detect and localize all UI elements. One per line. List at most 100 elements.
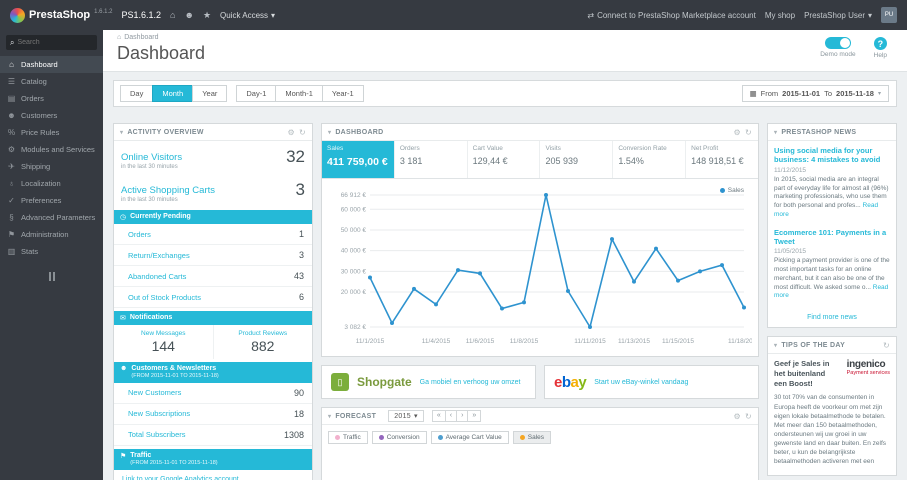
my-shop-link[interactable]: My shop — [765, 11, 795, 20]
forecast-tab-sales[interactable]: Sales — [512, 431, 551, 444]
sidebar-item-modules-and-services[interactable]: ⚙ Modules and Services — [0, 141, 103, 158]
breadcrumb-item[interactable]: Dashboard — [124, 34, 158, 41]
activity-stat-sub: in the last 30 minutes — [121, 197, 178, 203]
activity-stat-label[interactable]: Active Shopping Carts — [121, 185, 215, 196]
shop-icon[interactable]: ⌂ — [170, 10, 175, 20]
settings-gear-icon[interactable]: ⚙ — [734, 412, 741, 421]
refresh-icon[interactable]: ↻ — [745, 128, 752, 137]
sales-chart-svg: 3 082 € 20 000 € 30 000 € 40 000 € 50 000 € 6… — [341, 192, 761, 345]
sidebar-item-orders[interactable]: ▤ Orders — [0, 90, 103, 107]
activity-row-label[interactable]: New Subscriptions — [128, 409, 190, 418]
search-input[interactable] — [17, 39, 90, 46]
activity-row-value: 6 — [298, 292, 304, 302]
read-more-link[interactable]: Read more — [774, 202, 878, 218]
notification-product-reviews[interactable]: Product Reviews 882 — [212, 325, 313, 359]
to-date: 2015-11-18 — [836, 89, 874, 98]
page-title: Dashboard — [117, 43, 206, 63]
expert-icon[interactable]: ★ — [203, 10, 211, 21]
panel-caret-icon[interactable]: ▾ — [328, 413, 331, 420]
sidebar-item-catalog[interactable]: ☰ Catalog — [0, 73, 103, 90]
filter-year-button[interactable]: Year — [192, 85, 228, 102]
refresh-icon[interactable]: ↻ — [745, 412, 752, 421]
refresh-icon[interactable]: ↻ — [883, 341, 890, 350]
news-article-title[interactable]: Ecommerce 101: Payments in a Tweet — [774, 228, 890, 247]
kpi-cart-value[interactable]: Cart Value 129,44 € — [468, 141, 541, 178]
avatar[interactable]: PU — [881, 7, 897, 23]
shopgate-link[interactable]: Ga mobiel en verhoog uw omzet — [420, 379, 521, 386]
help-button[interactable]: ? Help — [874, 37, 887, 59]
forecast-tab-conversion[interactable]: Conversion — [371, 431, 427, 444]
toggle-switch[interactable] — [824, 37, 851, 49]
activity-row-new-customers: New Customers 90 — [114, 383, 312, 404]
forecast-tab-traffic[interactable]: Traffic — [328, 431, 368, 444]
notification-value: 144 — [151, 338, 175, 354]
google-analytics-link[interactable]: Link to your Google Analytics account — [114, 470, 312, 480]
svg-text:11/8/2015: 11/8/2015 — [510, 338, 539, 345]
activity-row-label[interactable]: Total Subscribers — [128, 430, 186, 439]
settings-gear-icon[interactable]: ⚙ — [734, 128, 741, 137]
forecast-nav-button-3[interactable]: » — [467, 410, 482, 422]
sidebar-item-administration[interactable]: ⚑ Administration — [0, 226, 103, 243]
settings-gear-icon[interactable]: ⚙ — [288, 128, 295, 137]
prestashop-logo[interactable]: PrestaShop 1.6.1.2 — [10, 7, 113, 24]
activity-row-label[interactable]: Abandoned Carts — [128, 272, 186, 281]
sidebar-item-advanced-parameters[interactable]: § Advanced Parameters — [0, 209, 103, 226]
user-menu[interactable]: PrestaShop User ▾ — [804, 11, 872, 20]
demo-mode-toggle[interactable]: Demo mode — [820, 37, 856, 58]
filter-month-1-button[interactable]: Month-1 — [275, 85, 323, 102]
marketplace-connect-link[interactable]: ⇄ Connect to PrestaShop Marketplace acco… — [587, 11, 755, 20]
sidebar-item-price-rules[interactable]: % Price Rules — [0, 124, 103, 141]
sidebar-item-preferences[interactable]: ✓ Preferences — [0, 192, 103, 209]
kpi-sales[interactable]: Sales 411 759,00 € — [322, 141, 395, 178]
quick-access-menu[interactable]: Quick Access ▾ — [220, 11, 275, 20]
notification-new-messages[interactable]: New Messages 144 — [114, 325, 213, 359]
activity-row-label[interactable]: Out of Stock Products — [128, 293, 201, 302]
sidebar-search[interactable]: ⌕ — [6, 35, 97, 50]
filter-day-button[interactable]: Day — [120, 85, 154, 102]
sidebar-item-stats[interactable]: ▥ Stats — [0, 243, 103, 260]
profile-icon[interactable]: ☻ — [184, 10, 193, 20]
kpi-label: Conversion Rate — [618, 145, 667, 152]
prestashop-news-panel: ▾ PRESTASHOP NEWS Using social media for… — [767, 123, 897, 329]
shopgate-module-panel: ▯ Shopgate Ga mobiel en verhoog uw omzet — [321, 365, 536, 399]
read-more-link[interactable]: Read more — [774, 284, 888, 300]
kpi-net-profit[interactable]: Net Profit 148 918,51 € — [686, 141, 758, 178]
prestashop-logo-icon — [10, 7, 25, 23]
news-article-title[interactable]: Using social media for your business: 4 … — [774, 146, 890, 165]
activity-row-orders: Orders 1 — [114, 224, 312, 245]
find-more-news-link[interactable]: Find more news — [768, 311, 896, 327]
refresh-icon[interactable]: ↻ — [299, 128, 306, 137]
filter-month-button[interactable]: Month — [152, 85, 194, 102]
activity-row-value: 43 — [293, 271, 304, 281]
collapse-menu-button[interactable] — [42, 272, 62, 281]
filter-year-1-button[interactable]: Year-1 — [321, 85, 364, 102]
kpi-visits[interactable]: Visits 205 939 — [540, 141, 614, 178]
ebay-link[interactable]: Start uw eBay-winkel vandaag — [594, 379, 688, 386]
kpi-value: 411 759,00 € — [327, 156, 388, 168]
panel-caret-icon[interactable]: ▾ — [774, 129, 777, 136]
panel-caret-icon[interactable]: ▾ — [774, 342, 777, 349]
kpi-conversion-rate[interactable]: Conversion Rate 1.54% — [613, 141, 687, 178]
forecast-year-select[interactable]: 2015 ▾ — [388, 410, 424, 422]
activity-stat-label[interactable]: Online Visitors — [121, 152, 182, 163]
traffic-dot — [335, 435, 340, 440]
sidebar-item-localization[interactable]: ♁ Localization — [0, 175, 103, 192]
kpi-orders[interactable]: Orders 3 181 — [395, 141, 468, 178]
sidebar-item-customers[interactable]: ☻ Customers — [0, 107, 103, 124]
forecast-nav-button-0[interactable]: « — [431, 410, 446, 422]
panel-caret-icon[interactable]: ▾ — [120, 129, 123, 136]
panel-caret-icon[interactable]: ▾ — [328, 129, 331, 136]
forecast-tab-average-cart-value[interactable]: Average Cart Value — [430, 431, 509, 444]
svg-text:3 082 €: 3 082 € — [344, 324, 366, 331]
activity-row-label[interactable]: New Customers — [128, 388, 181, 397]
shop-name[interactable]: PS1.6.1.2 — [122, 10, 162, 20]
chart-legend[interactable]: Sales — [719, 187, 744, 194]
date-range-picker[interactable]: ▦ From 2015-11-01 To 2015-11-18 ▾ — [741, 85, 889, 102]
sales-chart: 3 082 € 20 000 € 30 000 € 40 000 € 50 000 € 6… — [322, 179, 761, 356]
sidebar-item-dashboard[interactable]: ⌂ Dashboard — [0, 56, 103, 73]
advanced-parameters-icon: § — [9, 213, 14, 222]
filter-day-1-button[interactable]: Day-1 — [236, 85, 277, 102]
activity-row-label[interactable]: Orders — [128, 230, 151, 239]
activity-row-label[interactable]: Return/Exchanges — [128, 251, 190, 260]
sidebar-item-shipping[interactable]: ✈ Shipping — [0, 158, 103, 175]
